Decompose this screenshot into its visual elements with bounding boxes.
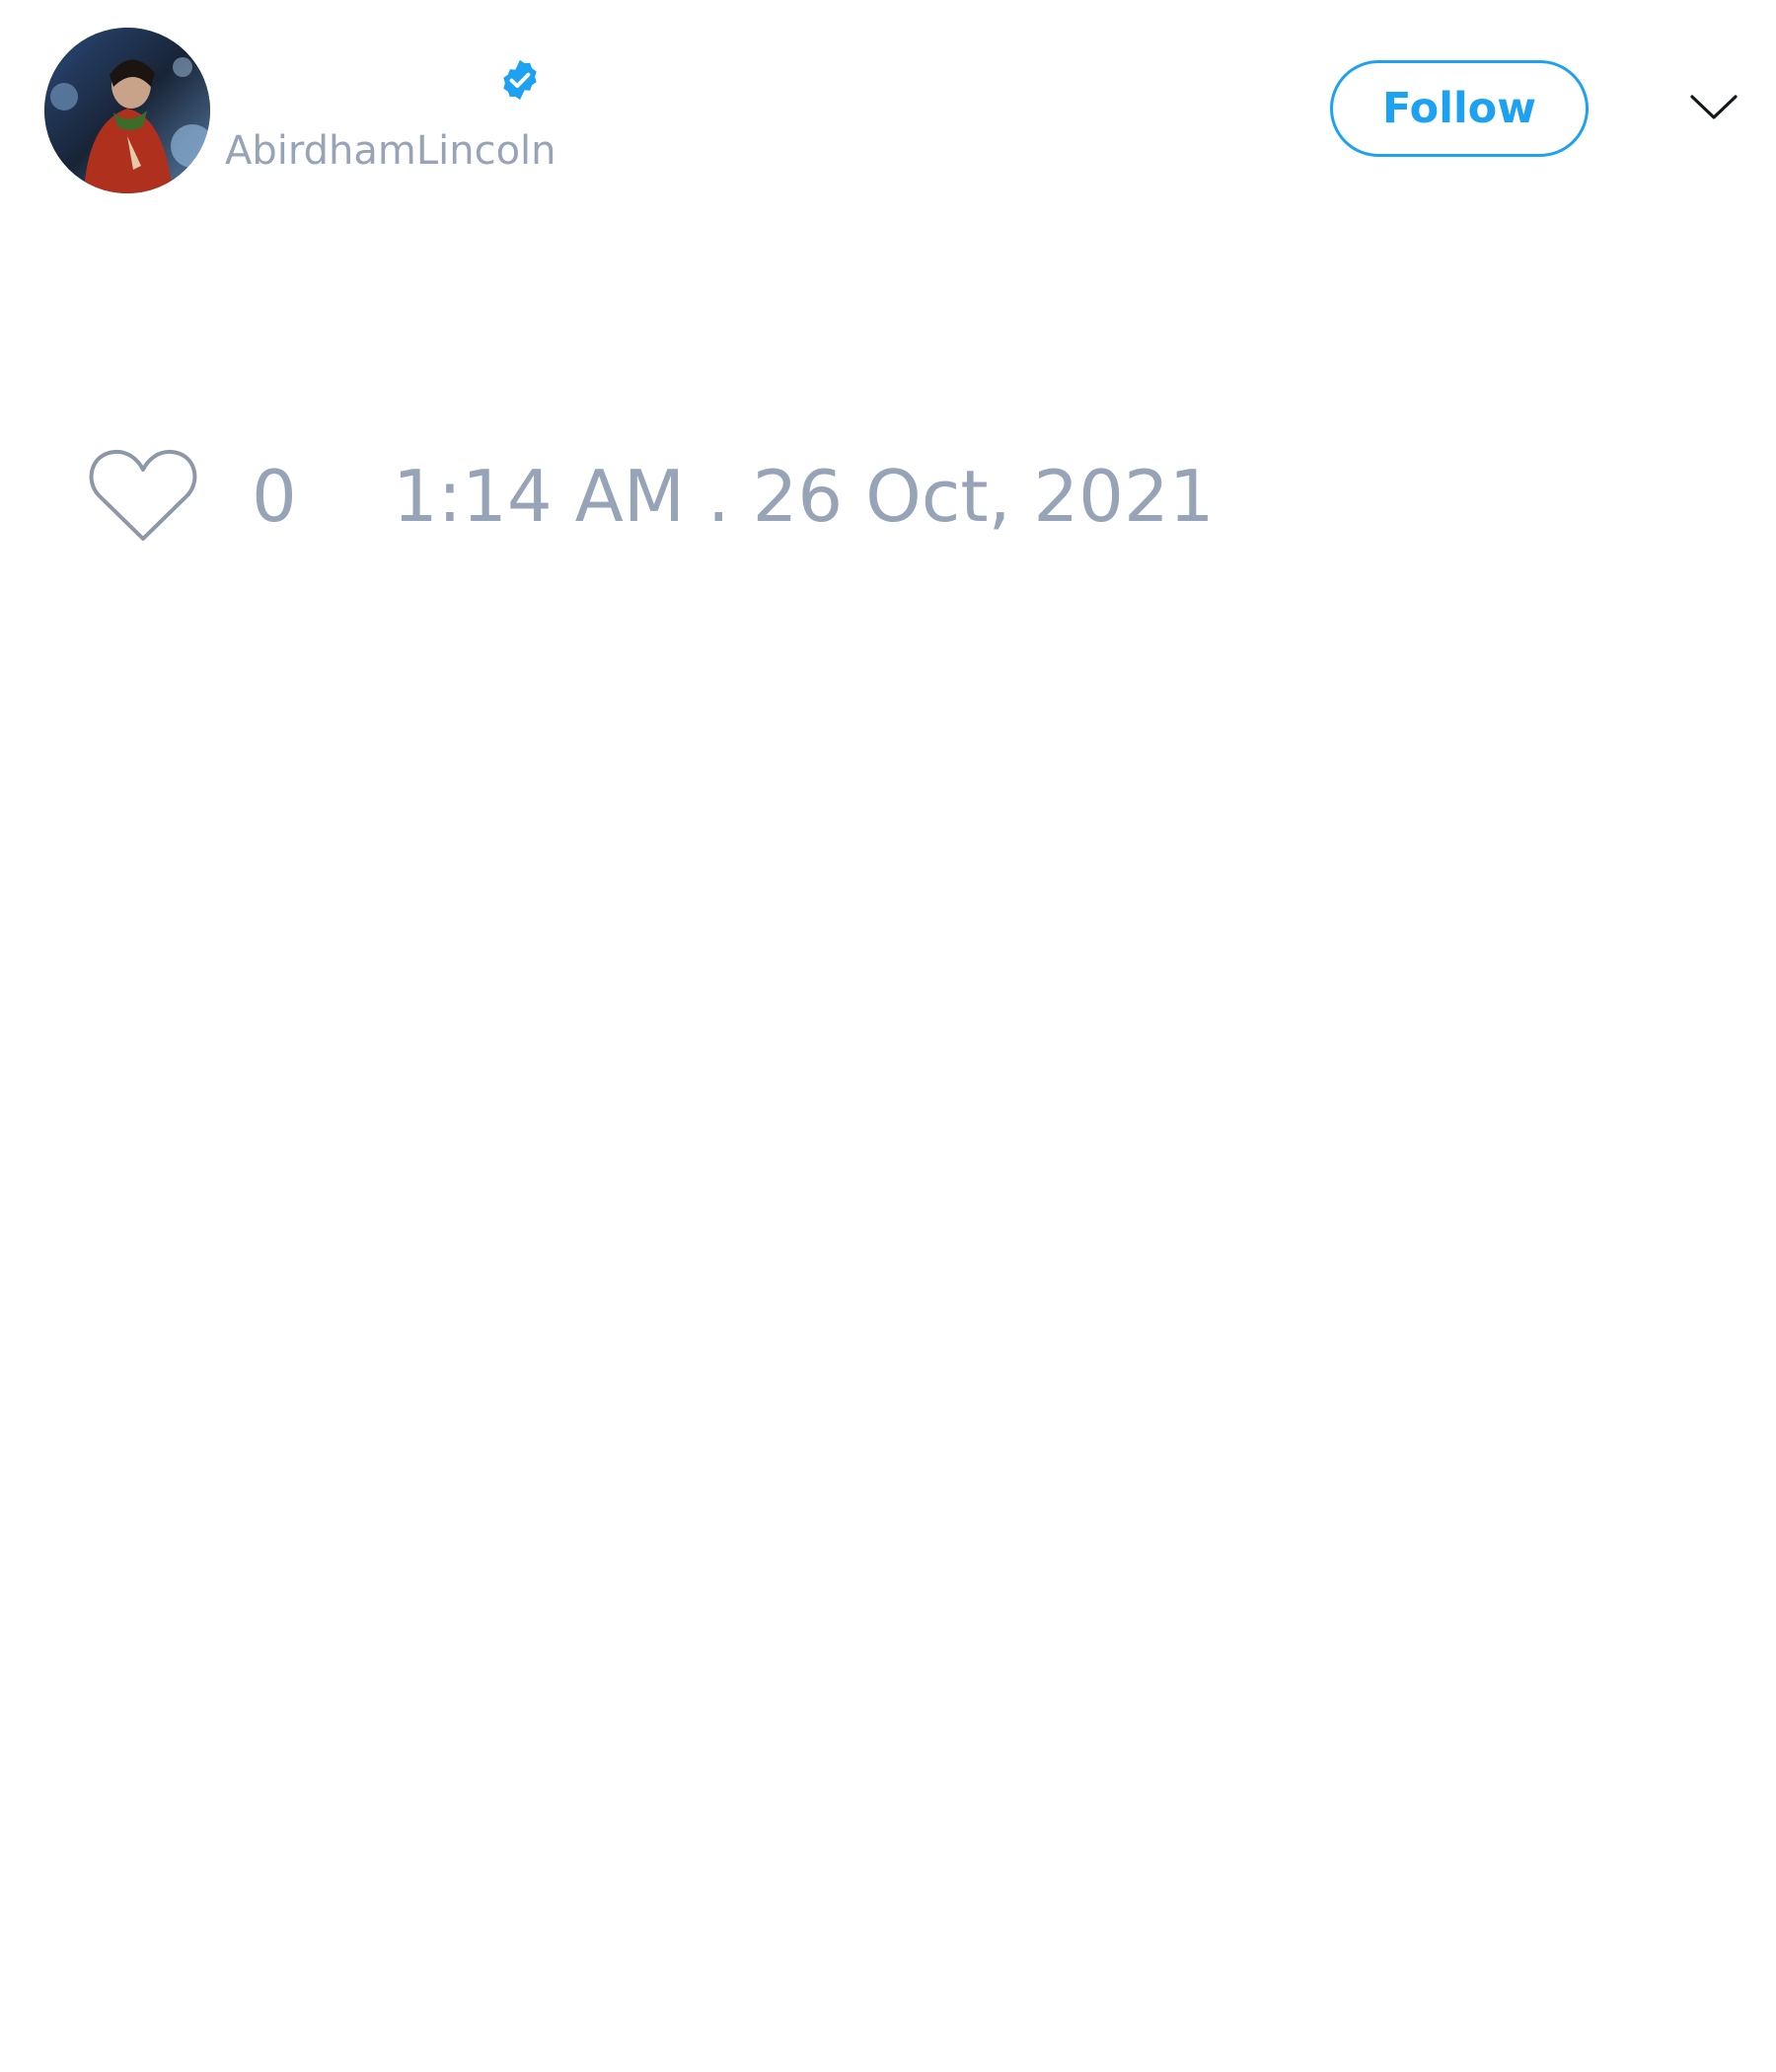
tweet-card: AbirdhamLincoln Follow 0 1:14 AM . 26 Oc…: [0, 0, 1776, 2072]
avatar[interactable]: [44, 28, 210, 193]
tweet-timestamp[interactable]: 1:14 AM . 26 Oct, 2021: [393, 457, 1215, 536]
like-count: 0: [252, 455, 297, 538]
follow-button[interactable]: Follow: [1330, 60, 1589, 157]
chevron-down-icon[interactable]: [1689, 91, 1739, 124]
heart-outline-icon[interactable]: [87, 446, 199, 545]
author-handle[interactable]: AbirdhamLincoln: [225, 126, 556, 176]
avatar-image: [44, 28, 210, 193]
verified-badge-icon: [503, 59, 537, 101]
